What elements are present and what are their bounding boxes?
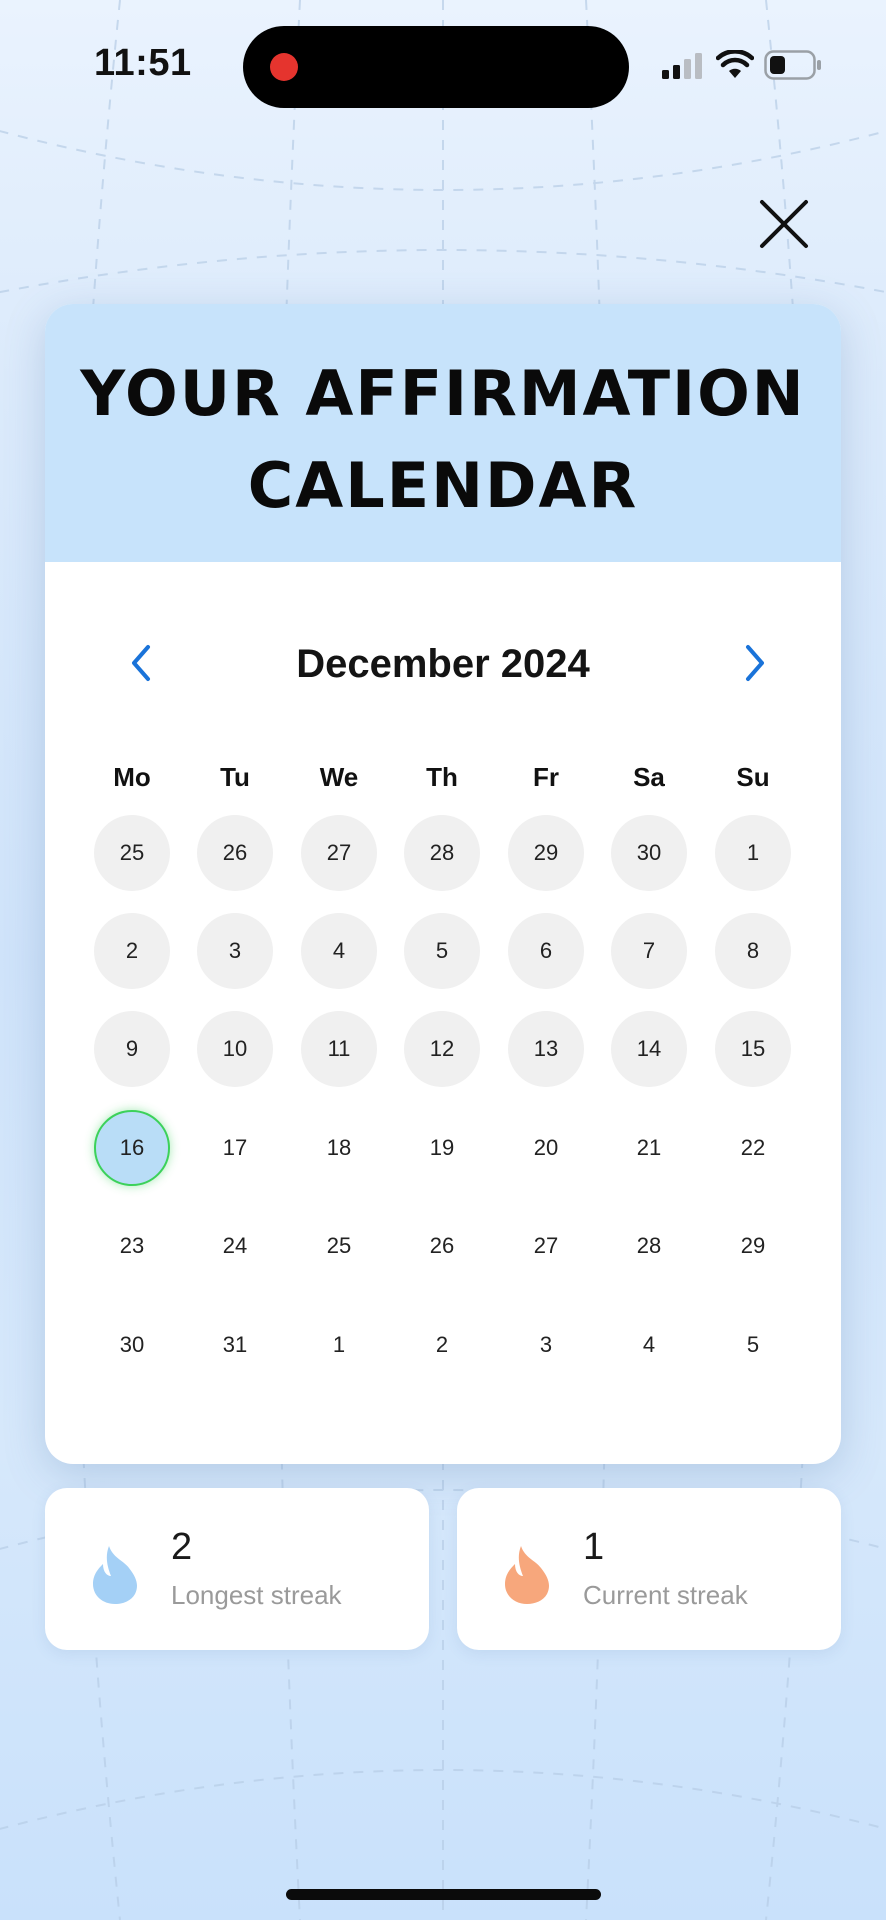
calendar-day[interactable]: 9 [94, 1011, 170, 1087]
calendar-day[interactable]: 7 [611, 913, 687, 989]
calendar-day[interactable]: 4 [611, 1307, 687, 1383]
weekday-header-row: Mo Tu We Th Fr Sa Su [45, 752, 841, 802]
calendar-day[interactable]: 1 [301, 1307, 377, 1383]
recording-indicator-icon [270, 53, 298, 81]
page-title: YOUR AFFIRMATION CALENDAR [45, 348, 841, 532]
calendar-day[interactable]: 14 [611, 1011, 687, 1087]
home-indicator[interactable] [286, 1889, 601, 1900]
cellular-signal-icon [662, 53, 702, 79]
month-label: December 2024 [296, 642, 590, 686]
weekday-label: Sa [633, 762, 665, 792]
chevron-left-icon [132, 645, 150, 681]
weekday-label: Fr [533, 762, 559, 792]
title-line-1: YOUR AFFIRMATION [80, 357, 806, 430]
close-button[interactable] [756, 196, 812, 252]
calendar-day[interactable]: 20 [508, 1110, 584, 1186]
calendar-day[interactable]: 17 [197, 1110, 273, 1186]
calendar-day[interactable]: 19 [404, 1110, 480, 1186]
calendar-day[interactable]: 3 [508, 1307, 584, 1383]
calendar-day-today[interactable]: 16 [94, 1110, 170, 1186]
battery-icon [764, 50, 821, 80]
calendar-day[interactable]: 26 [404, 1208, 480, 1284]
calendar-day[interactable]: 10 [197, 1011, 273, 1087]
previous-month-button[interactable] [117, 638, 167, 688]
weekday-label: We [319, 762, 359, 792]
calendar-day[interactable]: 29 [508, 815, 584, 891]
title-line-2: CALENDAR [247, 449, 639, 522]
calendar-day[interactable]: 28 [611, 1208, 687, 1284]
calendar-day[interactable]: 12 [404, 1011, 480, 1087]
calendar-day[interactable]: 21 [611, 1110, 687, 1186]
flame-icon [505, 1546, 549, 1604]
calendar-day[interactable]: 5 [404, 913, 480, 989]
calendar-day[interactable]: 25 [94, 815, 170, 891]
chevron-right-icon [746, 645, 764, 681]
calendar-day[interactable]: 27 [508, 1208, 584, 1284]
calendar-day[interactable]: 13 [508, 1011, 584, 1087]
weekday-label: Tu [220, 762, 250, 792]
month-navigation: December 2024 [45, 624, 841, 704]
wifi-icon [716, 50, 754, 78]
calendar-header: YOUR AFFIRMATION CALENDAR [45, 304, 841, 562]
calendar-day[interactable]: 4 [301, 913, 377, 989]
current-streak-value: 1 [583, 1526, 605, 1568]
current-streak-card: 1 Current streak [457, 1488, 841, 1650]
calendar-day[interactable]: 5 [715, 1307, 791, 1383]
current-streak-label: Current streak [583, 1580, 748, 1610]
status-bar: 11:51 [0, 0, 886, 130]
longest-streak-value: 2 [171, 1526, 193, 1568]
flame-icon [93, 1546, 137, 1604]
longest-streak-label: Longest streak [171, 1580, 342, 1610]
calendar-day[interactable]: 25 [301, 1208, 377, 1284]
calendar-day[interactable]: 28 [404, 815, 480, 891]
calendar-day[interactable]: 15 [715, 1011, 791, 1087]
next-month-button[interactable] [729, 638, 779, 688]
close-icon [760, 200, 808, 248]
calendar-day[interactable]: 11 [301, 1011, 377, 1087]
longest-streak-card: 2 Longest streak [45, 1488, 429, 1650]
weekday-label: Mo [113, 762, 151, 792]
calendar-day[interactable]: 3 [197, 913, 273, 989]
dynamic-island [243, 26, 629, 108]
calendar-day[interactable]: 18 [301, 1110, 377, 1186]
calendar-day[interactable]: 30 [94, 1307, 170, 1383]
calendar-day[interactable]: 1 [715, 815, 791, 891]
calendar-day[interactable]: 6 [508, 913, 584, 989]
affirmation-calendar-card: YOUR AFFIRMATION CALENDAR December 2024 … [45, 304, 841, 1464]
calendar-day[interactable]: 24 [197, 1208, 273, 1284]
calendar-day[interactable]: 2 [94, 913, 170, 989]
calendar-day[interactable]: 30 [611, 815, 687, 891]
weekday-label: Su [736, 762, 770, 792]
calendar-day[interactable]: 29 [715, 1208, 791, 1284]
calendar-day[interactable]: 23 [94, 1208, 170, 1284]
calendar-day[interactable]: 26 [197, 815, 273, 891]
calendar-day[interactable]: 8 [715, 913, 791, 989]
status-time: 11:51 [94, 42, 192, 84]
calendar-day[interactable]: 27 [301, 815, 377, 891]
calendar-day[interactable]: 2 [404, 1307, 480, 1383]
calendar-day[interactable]: 22 [715, 1110, 791, 1186]
weekday-label: Th [426, 762, 458, 792]
calendar-day[interactable]: 31 [197, 1307, 273, 1383]
